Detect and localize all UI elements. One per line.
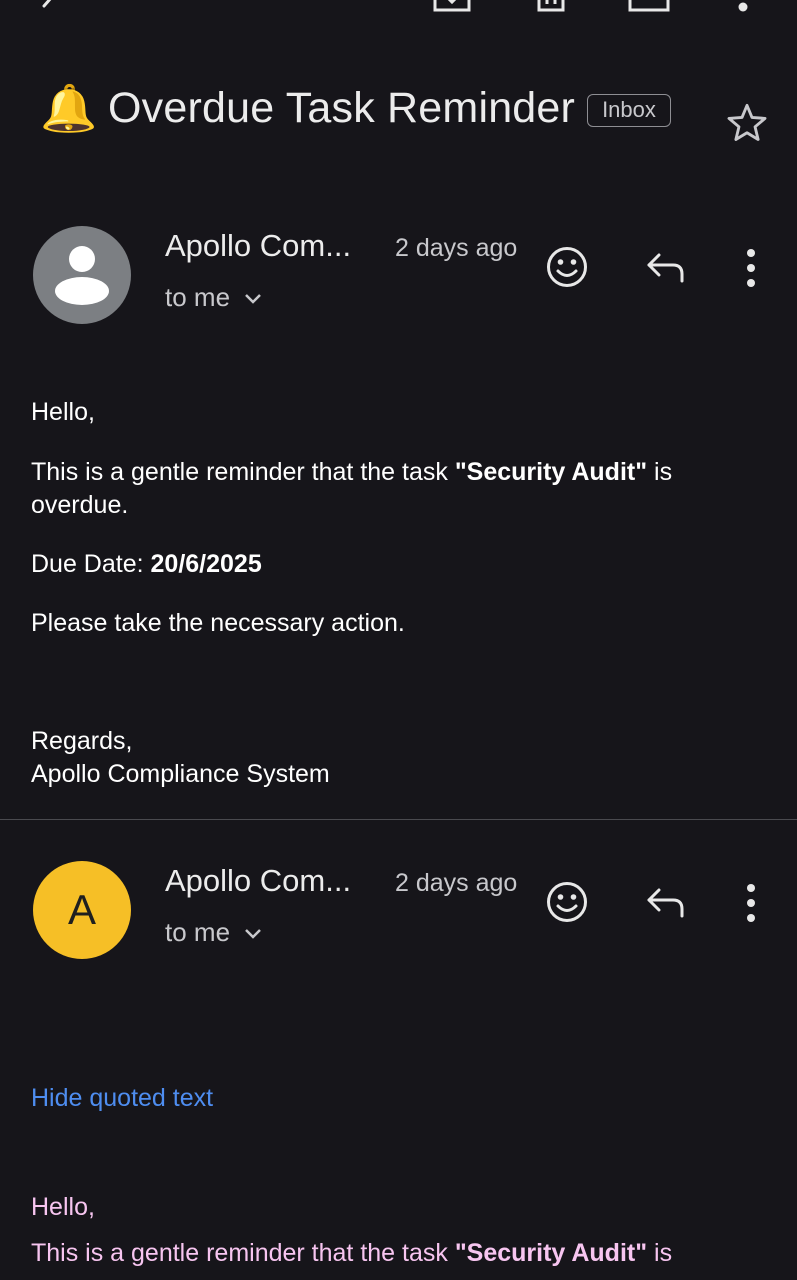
person-icon <box>55 246 109 305</box>
quoted-text: Hello, This is a gentle reminder that th… <box>31 1191 761 1270</box>
chevron-down-icon <box>245 293 261 304</box>
sender-name: Apollo Com... <box>165 863 352 898</box>
back-arrow-icon[interactable] <box>34 0 64 14</box>
reminder-paragraph: This is a gentle reminder that the task … <box>31 458 673 519</box>
greeting: Hello, <box>31 398 95 426</box>
timestamp: 2 days ago <box>395 869 518 897</box>
more-vertical-icon[interactable] <box>736 0 750 16</box>
sender-name: Apollo Com... <box>165 228 352 263</box>
message-divider <box>0 819 797 820</box>
task-name: "Security Audit" <box>454 1239 648 1267</box>
more-vertical-icon[interactable] <box>744 883 758 923</box>
subject-row: 🔔 Overdue Task Reminder Inbox <box>40 78 671 138</box>
delete-icon[interactable] <box>536 0 566 14</box>
hide-quoted-text-link[interactable]: Hide quoted text <box>31 1084 213 1113</box>
top-toolbar <box>0 0 797 30</box>
recipient-toggle[interactable]: to me <box>165 917 262 948</box>
archive-icon[interactable] <box>432 0 472 14</box>
task-name: "Security Audit" <box>454 458 648 486</box>
avatar[interactable] <box>33 226 131 324</box>
regards: Regards, <box>31 727 133 755</box>
more-vertical-icon[interactable] <box>744 248 758 288</box>
action-line: Please take the necessary action. <box>31 609 405 637</box>
due-date-line: Due Date: 20/6/2025 <box>31 550 262 578</box>
bell-icon: 🔔 <box>40 82 98 134</box>
recipient-label: to me <box>165 282 231 312</box>
message-body: Hello, This is a gentle reminder that th… <box>31 396 761 791</box>
star-outline-icon[interactable] <box>724 100 770 146</box>
inbox-label-chip[interactable]: Inbox <box>587 93 671 127</box>
greeting: Hello, <box>31 1193 95 1221</box>
reminder-paragraph: This is a gentle reminder that the task … <box>31 1239 673 1267</box>
reply-icon[interactable] <box>645 885 687 921</box>
message-header[interactable]: A Apollo Com... 2 days ago to me <box>0 861 797 971</box>
recipient-toggle[interactable]: to me <box>165 282 262 313</box>
message-header[interactable]: Apollo Com... 2 days ago to me <box>0 226 797 336</box>
email-subject: Overdue Task Reminder <box>108 83 576 132</box>
mail-icon[interactable] <box>627 0 671 14</box>
reply-icon[interactable] <box>645 250 687 286</box>
recipient-label: to me <box>165 917 231 947</box>
chevron-down-icon <box>245 928 261 939</box>
emoji-reaction-icon[interactable] <box>545 245 589 289</box>
timestamp: 2 days ago <box>395 234 518 262</box>
due-date-value: 20/6/2025 <box>150 550 262 578</box>
emoji-reaction-icon[interactable] <box>545 880 589 924</box>
signature: Apollo Compliance System <box>31 760 330 788</box>
avatar[interactable]: A <box>33 861 131 959</box>
